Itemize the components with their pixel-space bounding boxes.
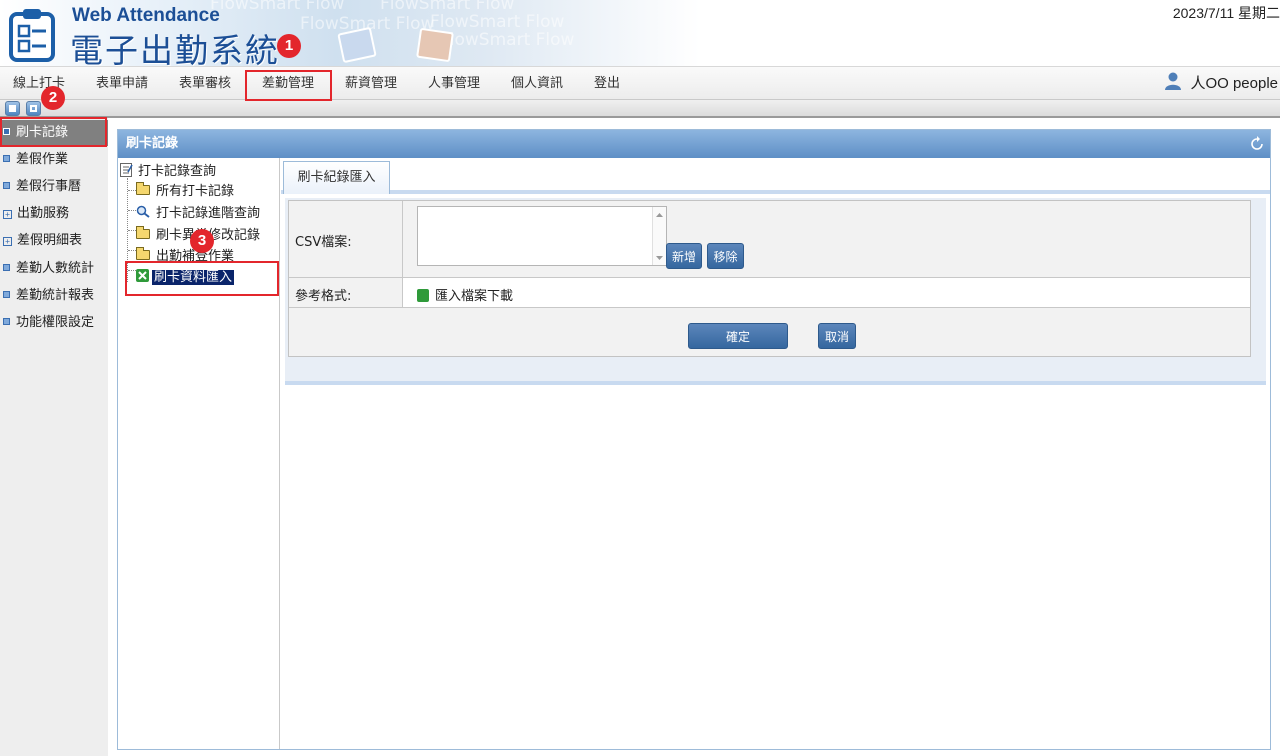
sidebar-item-attendance-reports[interactable]: 差勤統計報表 (0, 283, 108, 309)
sidebar-item-label: 差假明細表 (17, 233, 83, 248)
scroll-arrows-icon (656, 213, 663, 260)
csv-file-label: CSV檔案: (295, 235, 352, 250)
import-form: CSV檔案: 新增 移除 參考格式: 匯入檔案下載 確定 取消 (288, 200, 1251, 357)
sidebar-toolstrip (0, 100, 1280, 118)
tree-node-advanced-query[interactable]: 打卡記錄進階查詢 (136, 204, 260, 224)
step-badge-3: 3 (190, 229, 214, 253)
remove-file-button[interactable]: 移除 (707, 243, 744, 269)
notepad-icon (120, 163, 133, 177)
user-name: 人OO people (1190, 75, 1278, 92)
sidebar-item-leave-calendar[interactable]: 差假行事曆 (0, 174, 108, 200)
format-cell (403, 278, 1250, 307)
add-file-button[interactable]: 新增 (666, 243, 702, 269)
left-sidebar: 刷卡記錄 差假作業 差假行事曆 + 出勤服務 + 差假明細表 差勤人數統計 差勤統計… (0, 118, 108, 756)
menu-item-logout[interactable]: 登出 (594, 67, 620, 100)
folder-icon (136, 247, 150, 260)
step-badge-2: 2 (41, 86, 65, 110)
folder-icon (136, 226, 150, 239)
expand-icon (30, 105, 37, 112)
current-date: 2023/7/11 星期二 (1172, 5, 1280, 21)
bullet-icon (3, 155, 10, 162)
excel-icon (417, 289, 429, 302)
slides-icon (416, 27, 454, 63)
tree-connector (128, 210, 136, 211)
tree-connector (128, 250, 136, 251)
tree-node-label: 所有打卡記錄 (156, 184, 235, 199)
highlight-box-tree (125, 261, 279, 296)
sidebar-item-leave-operations[interactable]: 差假作業 (0, 147, 108, 173)
tab-bar: 刷卡紀錄匯入 (281, 158, 1270, 194)
sidebar-item-attendance-headcount[interactable]: 差勤人數統計 (0, 256, 108, 282)
sidebar-item-label: 出勤服務 (17, 206, 70, 221)
menu-item-personal-info[interactable]: 個人資訊 (511, 67, 563, 100)
watermark-text: FlowSmart Flow (430, 12, 565, 32)
download-template-link[interactable]: 匯入檔案下載 (417, 285, 513, 304)
logo-title-chinese: 電子出勤系統 (70, 31, 280, 70)
tree-node-label: 打卡記錄進階查詢 (156, 206, 261, 221)
main-panel: 刷卡記錄 打卡記錄查詢 所有打卡記錄 打卡記錄進階查詢 出勤補登作業 刷卡資料匯… (117, 129, 1271, 750)
download-template-label: 匯入檔案下載 (435, 289, 514, 304)
tree-node-all-records[interactable]: 所有打卡記錄 (136, 182, 234, 202)
top-menu-bar: 線上打卡 表單申請 表單審核 差勤管理 薪資管理 人事管理 個人資訊 登出 人O… (0, 66, 1280, 100)
header-banner: FlowSmart Flow FlowSmart Flow FlowSmart … (0, 0, 1280, 70)
watermark-text: FlowSmart Flow (210, 0, 345, 14)
menu-item-payroll[interactable]: 薪資管理 (345, 67, 397, 100)
expand-plus-icon: + (3, 210, 12, 219)
sidebar-item-attendance-services[interactable]: + 出勤服務 (0, 201, 108, 227)
step-badge-1: 1 (277, 34, 301, 58)
sidebar-item-label: 差假作業 (16, 152, 69, 167)
content-area: 刷卡紀錄匯入 CSV檔案: 新增 移除 參考格式: 匯入檔案下載 確定 取消 (281, 158, 1270, 749)
expand-menu-button[interactable] (26, 101, 41, 116)
user-icon (1165, 72, 1182, 90)
tree-node-label: 打卡記錄查詢 (138, 164, 217, 179)
watermark-text: FlowSmart Flow (440, 30, 575, 50)
bullet-icon (3, 318, 10, 325)
collapse-icon (9, 105, 16, 112)
sidebar-item-label: 差勤人數統計 (16, 261, 95, 276)
sidebar-item-label: 差勤統計報表 (16, 288, 95, 303)
panel-header: 刷卡記錄 (118, 130, 1270, 158)
clipboard-logo-icon (9, 9, 55, 62)
sidebar-item-label: 差假行事曆 (16, 179, 82, 194)
row-divider (289, 307, 1250, 308)
highlight-box-menu (245, 70, 332, 101)
csv-file-list[interactable] (417, 206, 667, 266)
sidebar-item-permission-settings[interactable]: 功能權限設定 (0, 310, 108, 336)
highlight-box-sidebar (0, 117, 107, 147)
menu-item-form-review[interactable]: 表單審核 (179, 67, 231, 100)
expand-plus-icon: + (3, 237, 12, 246)
reference-format-label: 參考格式: (295, 289, 352, 304)
tree-root-punch-query[interactable]: 打卡記錄查詢 (120, 162, 216, 182)
menu-item-form-apply[interactable]: 表單申請 (96, 67, 148, 100)
refresh-icon[interactable] (1250, 136, 1264, 152)
menu-item-personnel[interactable]: 人事管理 (428, 67, 480, 100)
panel-title: 刷卡記錄 (126, 136, 179, 151)
sidebar-item-label: 功能權限設定 (16, 315, 95, 330)
textarea-scrollbar[interactable] (652, 207, 666, 265)
tree-connector (128, 190, 136, 191)
bullet-icon (3, 264, 10, 271)
tree-connector (128, 230, 136, 231)
user-menu[interactable]: 人OO people (1164, 67, 1278, 100)
sidebar-item-leave-details[interactable]: + 差假明細表 (0, 228, 108, 254)
tab-punch-record-import[interactable]: 刷卡紀錄匯入 (283, 161, 390, 194)
document-icon (337, 26, 377, 64)
folder-icon (136, 182, 150, 195)
bullet-icon (3, 291, 10, 298)
cancel-button[interactable]: 取消 (818, 323, 856, 349)
collapse-menu-button[interactable] (5, 101, 20, 116)
confirm-button[interactable]: 確定 (688, 323, 788, 349)
bullet-icon (3, 182, 10, 189)
magnifier-icon (136, 205, 150, 218)
